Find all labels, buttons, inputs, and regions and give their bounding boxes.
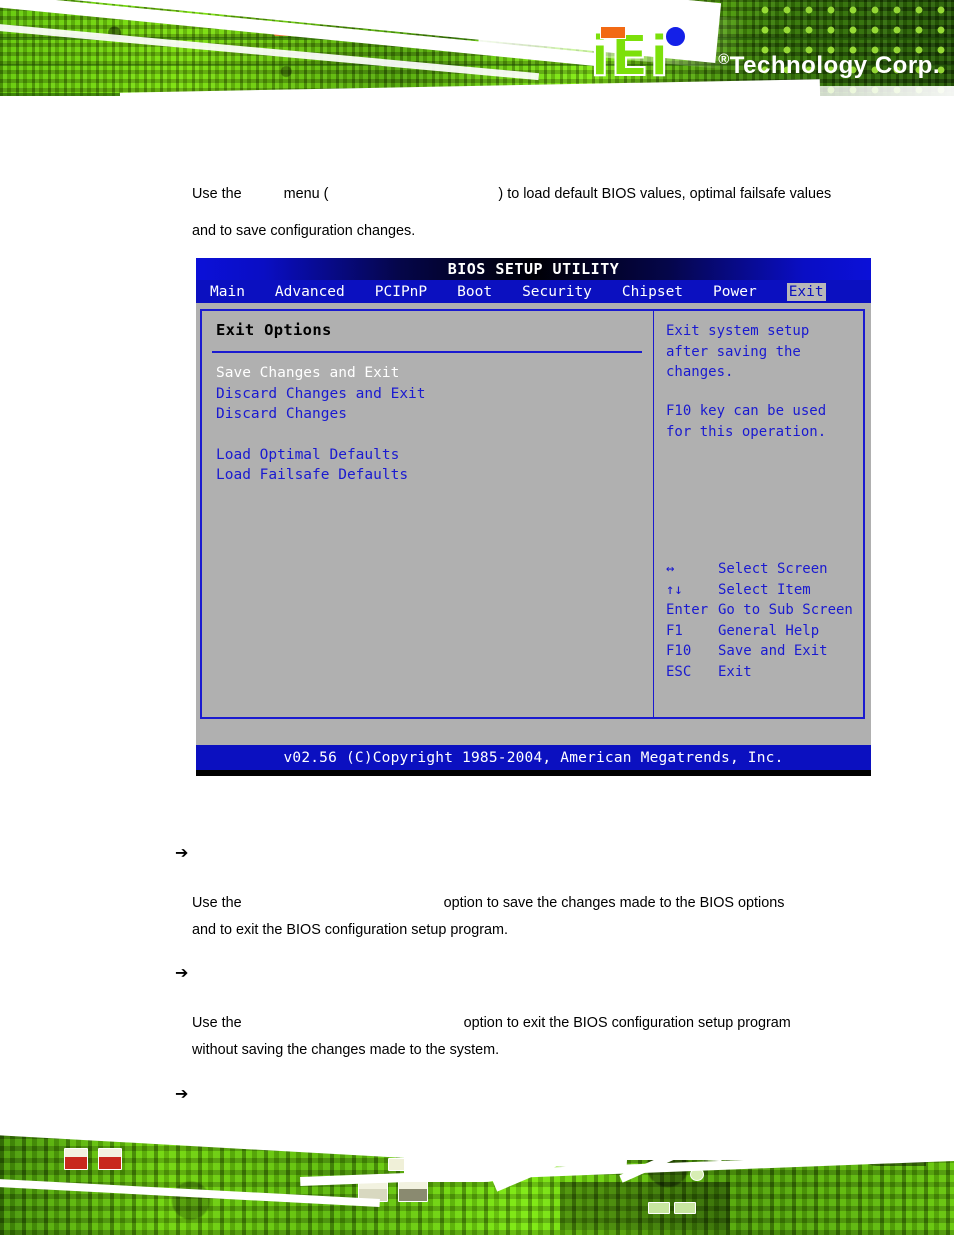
bios-option-discard-changes[interactable]: Discard Changes	[216, 404, 426, 425]
bios-legend-row-f10: F10 Save and Exit	[666, 641, 862, 662]
bios-tab-chipset[interactable]: Chipset	[622, 284, 683, 300]
pcb-dark-region-1	[560, 1182, 730, 1230]
section1-text-post: option to save the changes made to the B…	[443, 895, 785, 911]
bios-panel-gap	[196, 736, 871, 745]
bios-tab-advanced[interactable]: Advanced	[275, 284, 345, 300]
bios-tab-power[interactable]: Power	[713, 284, 757, 300]
bios-legend-row-select-item: ↑↓ Select Item	[666, 580, 862, 601]
bios-section-title: Exit Options	[216, 321, 332, 339]
pcb-component-1	[64, 1148, 88, 1170]
header-right-fade-strip	[754, 86, 954, 96]
bios-options-panel: Exit Options Save Changes and Exit Disca…	[200, 309, 653, 719]
header-bottom-white-strip	[0, 96, 954, 110]
up-down-arrow-icon: ↑↓	[666, 581, 683, 598]
bios-legend-row-esc: ESC Exit	[666, 662, 862, 683]
iei-logo-mark: iEi	[589, 26, 716, 86]
section1-line-2: and to exit the BIOS configuration setup…	[192, 922, 508, 938]
registered-trademark-icon: ®	[718, 51, 730, 68]
arrow-bullet-icon-1: ➔	[175, 843, 189, 862]
bios-setup-screenshot: BIOS SETUP UTILITY Main Advanced PCIPnP …	[196, 258, 871, 776]
bios-option-load-optimal-defaults[interactable]: Load Optimal Defaults	[216, 445, 426, 466]
bios-section-divider	[212, 351, 642, 353]
bios-tab-exit[interactable]: Exit	[786, 282, 826, 301]
iei-logo-wordmark: ®Technology Corp.	[718, 51, 940, 84]
bios-copyright-bar: v02.56 (C)Copyright 1985-2004, American …	[196, 745, 871, 770]
iei-logo: iEi ®Technology Corp.	[589, 22, 940, 86]
iei-logo-orange-block	[600, 26, 627, 39]
bios-option-load-failsafe-defaults[interactable]: Load Failsafe Defaults	[216, 465, 426, 486]
page-header-banner: iEi ®Technology Corp.	[0, 0, 954, 110]
bios-legend-label-general-help: General Help	[718, 622, 820, 639]
pcb-component-8	[648, 1202, 670, 1214]
intro-paragraph: Use the menu ( ) to load default BIOS valu…	[192, 176, 832, 250]
bios-menu-bar: Main Advanced PCIPnP Boot Security Chips…	[196, 280, 871, 303]
iei-logo-period: .	[932, 52, 940, 79]
bios-legend-key-f10: F10	[666, 643, 692, 659]
bios-help-hotkey-note: F10 key can be used for this operation.	[666, 403, 827, 440]
section1-text-pre: Use the	[192, 895, 242, 911]
bios-option-spacer	[216, 425, 426, 445]
bios-help-description: Exit system setup after saving the chang…	[666, 323, 810, 380]
left-right-arrow-icon: ↔	[666, 561, 675, 577]
bios-tab-security[interactable]: Security	[522, 284, 592, 300]
pcb-component-9	[674, 1202, 696, 1214]
bios-help-panel: Exit system setup after saving the chang…	[653, 309, 865, 719]
bios-legend-row-f1: F1 General Help	[666, 621, 862, 642]
bios-tab-boot[interactable]: Boot	[457, 284, 492, 300]
page-footer-banner	[0, 1120, 954, 1235]
bios-tab-pcipnp[interactable]: PCIPnP	[375, 284, 427, 300]
arrow-bullet-icon-2: ➔	[175, 963, 189, 982]
arrow-bullet-icon-3: ➔	[175, 1084, 189, 1103]
bios-legend-label-select-item: Select Item	[718, 581, 811, 598]
bios-tab-main[interactable]: Main	[210, 284, 245, 300]
bios-option-discard-changes-and-exit[interactable]: Discard Changes and Exit	[216, 384, 426, 405]
bios-legend-label-select-screen: Select Screen	[718, 561, 828, 577]
intro-text-1: Use the	[192, 186, 242, 202]
bios-legend-row-select-screen: ↔ Select Screen	[666, 559, 862, 580]
pcb-component-2	[98, 1148, 122, 1170]
bios-legend-key-enter: Enter	[666, 602, 709, 618]
bios-key-legend: ↔ Select Screen ↑↓ Select Item Enter Go …	[666, 559, 862, 682]
bios-legend-label-sub-screen: Go to Sub Screen	[718, 602, 853, 618]
iei-logo-company-name: Technology Corp	[729, 52, 933, 79]
bios-main-area: Exit Options Save Changes and Exit Disca…	[196, 303, 871, 736]
section2-line-2: without saving the changes made to the s…	[192, 1042, 500, 1058]
bios-legend-label-save-and-exit: Save and Exit	[718, 643, 828, 659]
section2-text-post: option to exit the BIOS configuration se…	[463, 1015, 791, 1031]
bios-option-save-changes-and-exit[interactable]: Save Changes and Exit	[216, 363, 426, 384]
iei-logo-blue-dot	[665, 26, 687, 47]
intro-text-2: menu (	[283, 186, 329, 202]
bios-legend-key-esc: ESC	[666, 663, 692, 680]
bios-title-bar: BIOS SETUP UTILITY	[196, 258, 871, 280]
bios-legend-key-f1: F1	[666, 622, 683, 639]
bios-bottom-black-edge	[196, 770, 871, 776]
intro-line-1: Use the menu ( ) to load default BIOS valu…	[192, 176, 832, 213]
bios-legend-row-enter: Enter Go to Sub Screen	[666, 600, 862, 621]
intro-line-2: and to save configuration changes.	[192, 223, 416, 239]
bios-legend-label-exit: Exit	[718, 663, 752, 680]
intro-text-3: ) to load default BIOS values, optimal f…	[498, 186, 832, 202]
section2-text-pre: Use the	[192, 1015, 242, 1031]
bios-option-list: Save Changes and Exit Discard Changes an…	[216, 363, 426, 486]
